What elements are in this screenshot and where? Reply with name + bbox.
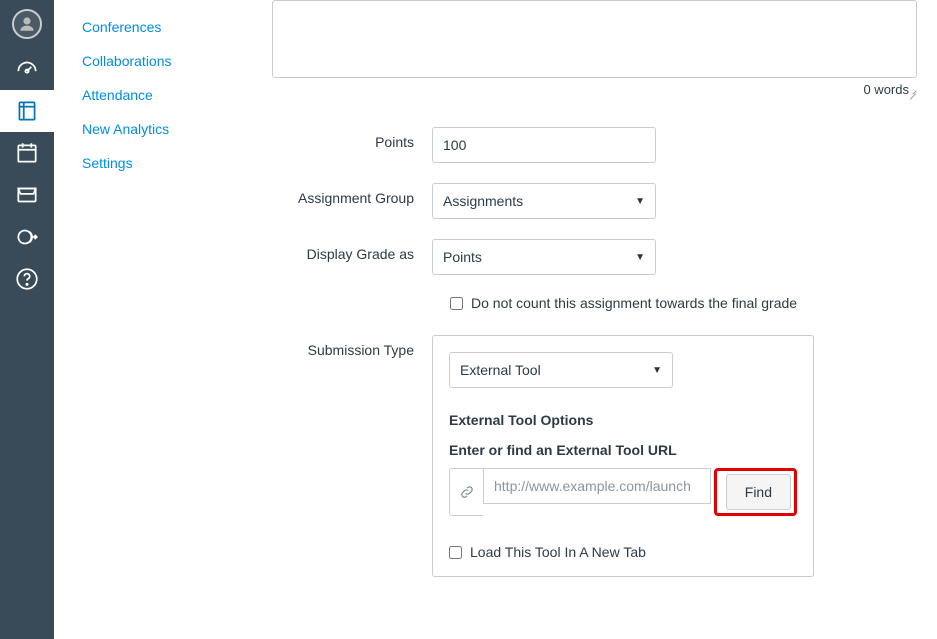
external-tool-options-heading: External Tool Options xyxy=(449,412,797,428)
course-nav-link[interactable]: Attendance xyxy=(82,78,244,112)
external-tool-url-input[interactable] xyxy=(483,468,711,504)
course-nav-link[interactable]: New Analytics xyxy=(82,112,244,146)
link-icon xyxy=(449,468,483,516)
chevron-down-icon: ▼ xyxy=(652,365,662,376)
points-label: Points xyxy=(264,127,432,163)
select-value: Points xyxy=(443,249,482,265)
help-icon xyxy=(14,266,40,292)
avatar-icon xyxy=(12,9,42,39)
chevron-down-icon: ▼ xyxy=(635,252,645,263)
nav-help[interactable] xyxy=(0,258,54,300)
chevron-down-icon: ▼ xyxy=(635,196,645,207)
main-content: 0 words Points Assignment Group Assignme… xyxy=(264,0,929,639)
submission-type-label: Submission Type xyxy=(264,335,432,358)
nav-calendar[interactable] xyxy=(0,132,54,174)
assignment-form: Points Assignment Group Assignments ▼ Di… xyxy=(264,127,911,577)
course-nav: Conferences Collaborations Attendance Ne… xyxy=(54,0,244,639)
resize-grip-icon[interactable] xyxy=(907,89,917,99)
select-value: Assignments xyxy=(443,193,523,209)
course-nav-link[interactable]: Settings xyxy=(82,146,244,180)
gauge-icon xyxy=(14,56,40,82)
load-new-tab-checkbox[interactable] xyxy=(449,546,462,559)
find-button-highlight: Find xyxy=(714,468,797,516)
external-tool-url-heading: Enter or find an External Tool URL xyxy=(449,442,797,458)
load-new-tab-label[interactable]: Load This Tool In A New Tab xyxy=(470,544,646,560)
nav-account[interactable] xyxy=(0,0,54,48)
find-button[interactable]: Find xyxy=(726,474,791,510)
rich-text-editor[interactable] xyxy=(272,0,917,78)
commons-icon xyxy=(14,224,40,250)
display-grade-label: Display Grade as xyxy=(264,239,432,275)
assignment-group-label: Assignment Group xyxy=(264,183,432,219)
nav-courses[interactable] xyxy=(0,90,54,132)
word-count: 0 words xyxy=(264,78,917,97)
course-nav-link[interactable]: Conferences xyxy=(82,10,244,44)
submission-type-select[interactable]: External Tool ▼ xyxy=(449,352,673,388)
submission-type-panel: External Tool ▼ External Tool Options En… xyxy=(432,335,814,577)
nav-dashboard[interactable] xyxy=(0,48,54,90)
inbox-icon xyxy=(14,182,40,208)
book-icon xyxy=(14,98,40,124)
nav-inbox[interactable] xyxy=(0,174,54,216)
calendar-icon xyxy=(14,140,40,166)
select-value: External Tool xyxy=(460,362,541,378)
exclude-final-grade-label[interactable]: Do not count this assignment towards the… xyxy=(471,295,797,311)
display-grade-select[interactable]: Points ▼ xyxy=(432,239,656,275)
points-input[interactable] xyxy=(432,127,656,163)
assignment-group-select[interactable]: Assignments ▼ xyxy=(432,183,656,219)
course-nav-link[interactable]: Collaborations xyxy=(82,44,244,78)
global-nav xyxy=(0,0,54,639)
nav-commons[interactable] xyxy=(0,216,54,258)
exclude-final-grade-checkbox[interactable] xyxy=(450,297,463,310)
